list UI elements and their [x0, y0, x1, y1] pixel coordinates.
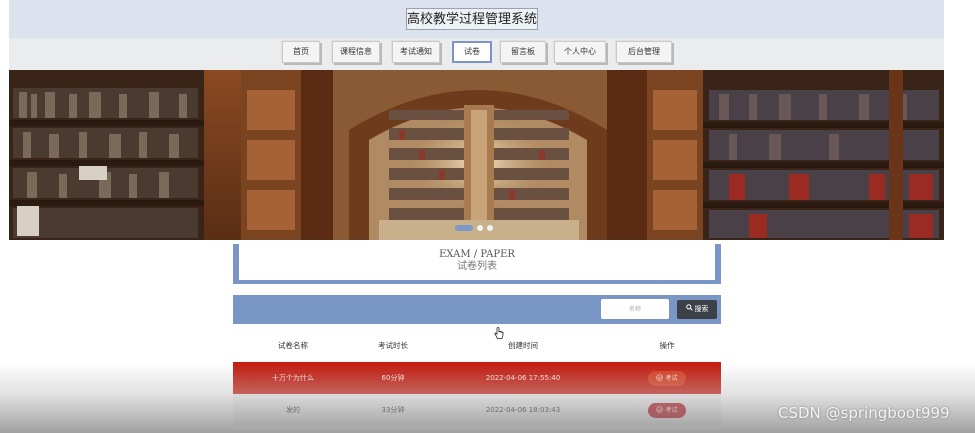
paper-duration: 60分钟	[381, 374, 405, 382]
table-row[interactable]: 发的 33分钟 2022-04-06 18:03:43 考试	[233, 394, 721, 426]
carousel-dot-3[interactable]	[487, 225, 493, 231]
search-input[interactable]	[601, 299, 669, 319]
check-circle-icon	[656, 374, 664, 381]
paper-created-time: 2022-04-06 17:55:40	[485, 374, 561, 382]
search-icon	[685, 300, 693, 319]
carousel-dot-2[interactable]	[477, 225, 483, 231]
search-button-label: 搜索	[694, 305, 709, 313]
nav-exam-paper[interactable]: 试卷	[452, 41, 492, 63]
watermark: CSDN @springboot999	[778, 404, 950, 422]
page: 高校教学过程管理系统 首页 课程信息 考试通知 试卷 留言板 个人中心 后台管理	[9, 0, 944, 433]
table-header-row: 试卷名称 考试时长 创建时间 操作	[233, 330, 721, 362]
action-cell: 考试	[613, 394, 721, 426]
search-button[interactable]: 搜索	[677, 300, 717, 319]
take-exam-button[interactable]: 考试	[648, 371, 686, 386]
paper-created-time: 2022-04-06 18:03:43	[485, 406, 561, 414]
take-exam-label: 考试	[665, 407, 678, 414]
library-banner-image	[9, 70, 944, 240]
paper-name: 十万个为什么	[272, 374, 314, 382]
column-header-action: 操作	[659, 341, 675, 350]
nav-home[interactable]: 首页	[282, 41, 320, 63]
column-header-duration: 考试时长	[378, 341, 408, 350]
section-header: EXAM / PAPER 试卷列表	[233, 244, 721, 284]
carousel-dot-1[interactable]	[455, 225, 473, 231]
paper-duration: 33分钟	[381, 406, 405, 414]
site-title: 高校教学过程管理系统	[406, 8, 538, 30]
column-header-name: 试卷名称	[278, 341, 308, 350]
nav-admin[interactable]: 后台管理	[616, 41, 672, 63]
banner-carousel[interactable]	[9, 70, 944, 240]
take-exam-button[interactable]: 考试	[648, 403, 686, 418]
take-exam-label: 考试	[665, 375, 678, 382]
action-cell: 考试	[613, 362, 721, 394]
main-nav: 首页 课程信息 考试通知 试卷 留言板 个人中心 后台管理	[9, 38, 944, 70]
search-bar: 搜索	[233, 295, 721, 324]
carousel-indicators	[455, 223, 499, 232]
nav-personal-center[interactable]: 个人中心	[554, 41, 606, 63]
nav-message-board[interactable]: 留言板	[500, 41, 546, 63]
column-header-created: 创建时间	[508, 341, 538, 350]
check-circle-icon	[656, 406, 664, 413]
paper-name: 发的	[286, 406, 300, 414]
table-row[interactable]: 十万个为什么 60分钟 2022-04-06 17:55:40 考试	[233, 362, 721, 394]
exam-paper-table: 试卷名称 考试时长 创建时间 操作 十万个为什么 60分钟 2022-04-06…	[233, 330, 721, 426]
section-title-en: EXAM / PAPER	[439, 249, 515, 260]
nav-course-info[interactable]: 课程信息	[332, 41, 380, 63]
nav-exam-notice[interactable]: 考试通知	[392, 41, 440, 63]
section-title-cn: 试卷列表	[457, 261, 497, 272]
top-bar: 高校教学过程管理系统	[9, 0, 944, 38]
